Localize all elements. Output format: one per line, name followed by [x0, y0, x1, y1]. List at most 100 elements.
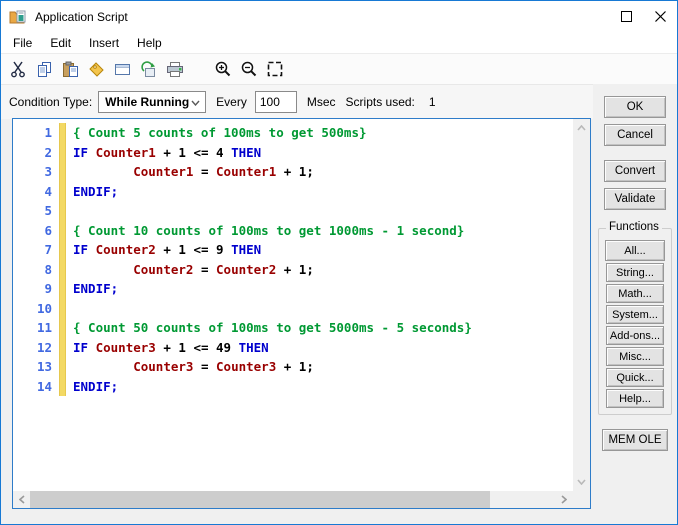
toolbar	[1, 53, 677, 84]
code-text: IF Counter3 + 1 <= 49 THEN	[66, 338, 269, 358]
condition-type-select[interactable]: While Running	[98, 91, 206, 113]
line-number: 5	[13, 201, 59, 221]
line-number: 4	[13, 182, 59, 202]
msec-label: Msec	[307, 95, 336, 109]
scrollbar-corner	[573, 491, 590, 508]
line-number: 10	[13, 299, 59, 319]
scroll-right-icon[interactable]	[557, 491, 571, 508]
functions-string-button[interactable]: String...	[606, 263, 664, 282]
toolbar-spacer	[188, 69, 210, 70]
scroll-up-icon[interactable]	[573, 121, 590, 135]
code-line[interactable]: 8 Counter2 = Counter2 + 1;	[13, 260, 573, 280]
condition-type-value: While Running	[105, 95, 191, 109]
close-button[interactable]	[643, 1, 677, 32]
convert-button[interactable]: Convert	[604, 160, 666, 182]
vertical-scrollbar[interactable]	[573, 119, 590, 491]
code-line[interactable]: 11 { Count 50 counts of 100ms to get 5000…	[13, 318, 573, 338]
functions-misc-button[interactable]: Misc...	[606, 347, 664, 366]
code-line[interactable]: 13 Counter3 = Counter3 + 1;	[13, 357, 573, 377]
menu-file[interactable]: File	[4, 34, 41, 52]
scroll-down-icon[interactable]	[573, 475, 590, 489]
scroll-left-icon[interactable]	[15, 491, 29, 508]
code-line[interactable]: 14ENDIF;	[13, 377, 573, 397]
gutter-strip	[59, 260, 66, 280]
code-area[interactable]: 1 { Count 5 counts of 100ms to get 500ms}…	[13, 119, 573, 491]
functions-all-button[interactable]: All...	[605, 240, 665, 261]
line-number: 6	[13, 221, 59, 241]
line-number: 9	[13, 279, 59, 299]
horizontal-scroll-thumb[interactable]	[30, 491, 490, 508]
gutter-strip	[59, 221, 66, 241]
code-line[interactable]: 9 ENDIF;	[13, 279, 573, 299]
condition-row: Condition Type: While Running Every Msec…	[1, 84, 593, 119]
every-msec-input[interactable]	[255, 91, 297, 113]
functions-help-button[interactable]: Help...	[606, 389, 664, 408]
code-line[interactable]: 1 { Count 5 counts of 100ms to get 500ms}	[13, 123, 573, 143]
line-number: 1	[13, 123, 59, 143]
code-line[interactable]: 10	[13, 299, 573, 319]
object-loop-icon[interactable]	[136, 57, 161, 82]
menu-edit[interactable]: Edit	[41, 34, 80, 52]
menu-insert[interactable]: Insert	[80, 34, 128, 52]
line-number: 14	[13, 377, 59, 397]
gutter-strip	[59, 338, 66, 358]
cancel-button[interactable]: Cancel	[604, 124, 666, 146]
tag-icon[interactable]	[84, 57, 109, 82]
paste-icon[interactable]	[58, 57, 83, 82]
line-number: 8	[13, 260, 59, 280]
code-text: { Count 5 counts of 100ms to get 500ms}	[66, 123, 367, 143]
code-line[interactable]: 6 { Count 10 counts of 100ms to get 1000m…	[13, 221, 573, 241]
line-number: 13	[13, 357, 59, 377]
code-text: IF Counter1 + 1 <= 4 THEN	[66, 143, 261, 163]
application-script-dialog: Application Script FileEditInsertHelp Co…	[0, 0, 678, 525]
code-text	[66, 201, 73, 221]
code-text: Counter1 = Counter1 + 1;	[66, 162, 314, 182]
gutter-strip	[59, 377, 66, 397]
code-line[interactable]: 7IF Counter2 + 1 <= 9 THEN	[13, 240, 573, 260]
copy-icon[interactable]	[32, 57, 57, 82]
functions-add-ons-button[interactable]: Add-ons...	[606, 326, 664, 345]
gutter-strip	[59, 299, 66, 319]
gutter-strip	[59, 143, 66, 163]
zoom-in-icon[interactable]	[210, 57, 235, 82]
gutter-strip	[59, 182, 66, 202]
code-line[interactable]: 2IF Counter1 + 1 <= 4 THEN	[13, 143, 573, 163]
functions-system-button[interactable]: System...	[606, 305, 664, 324]
code-line[interactable]: 12 IF Counter3 + 1 <= 49 THEN	[13, 338, 573, 358]
functions-group-label: Functions	[606, 221, 662, 233]
code-line[interactable]: 4ENDIF;	[13, 182, 573, 202]
line-number: 12	[13, 338, 59, 358]
select-region-icon[interactable]	[262, 57, 287, 82]
code-line[interactable]: 5	[13, 201, 573, 221]
code-text: ENDIF;	[66, 279, 118, 299]
condition-type-label: Condition Type:	[9, 95, 92, 109]
line-number: 11	[13, 318, 59, 338]
code-text: { Count 50 counts of 100ms to get 5000ms…	[66, 318, 472, 338]
gutter-strip	[59, 123, 66, 143]
every-label: Every	[216, 95, 247, 109]
horizontal-scrollbar[interactable]	[13, 491, 573, 508]
mem-ole-button[interactable]: MEM OLE	[602, 429, 668, 451]
cut-icon[interactable]	[6, 57, 31, 82]
print-icon[interactable]	[162, 57, 187, 82]
gutter-strip	[59, 162, 66, 182]
line-number: 7	[13, 240, 59, 260]
gutter-strip	[59, 240, 66, 260]
gutter-strip	[59, 357, 66, 377]
maximize-button[interactable]	[609, 1, 643, 32]
script-editor[interactable]: 1 { Count 5 counts of 100ms to get 500ms}…	[12, 118, 591, 509]
menu-help[interactable]: Help	[128, 34, 171, 52]
line-number: 3	[13, 162, 59, 182]
code-text: { Count 10 counts of 100ms to get 1000ms…	[66, 221, 464, 241]
menu-bar: FileEditInsertHelp	[1, 32, 677, 53]
code-line[interactable]: 3 Counter1 = Counter1 + 1;	[13, 162, 573, 182]
window-icon[interactable]	[110, 57, 135, 82]
functions-group: Functions All...String...Math...System..…	[598, 228, 672, 415]
side-panel: OK Cancel Convert Validate Functions All...…	[596, 96, 674, 451]
ok-button[interactable]: OK	[604, 96, 666, 118]
functions-math-button[interactable]: Math...	[606, 284, 664, 303]
zoom-out-icon[interactable]	[236, 57, 261, 82]
scripts-used-label: Scripts used:	[346, 95, 415, 109]
functions-quick-button[interactable]: Quick...	[606, 368, 664, 387]
validate-button[interactable]: Validate	[604, 188, 666, 210]
